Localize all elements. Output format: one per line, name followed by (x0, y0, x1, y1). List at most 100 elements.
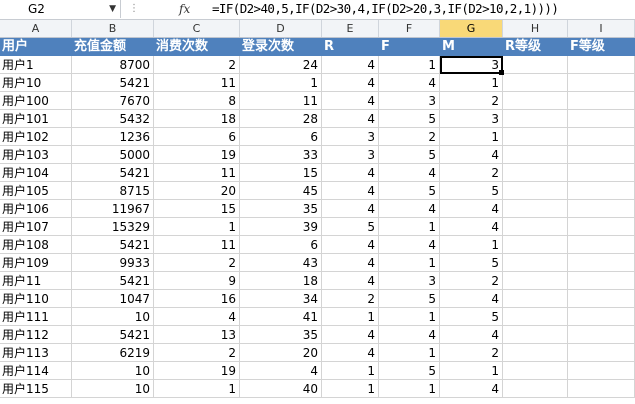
table-cell[interactable]: 3 (322, 128, 379, 146)
table-cell[interactable]: 5 (379, 146, 440, 164)
table-cell[interactable]: 用户104 (0, 164, 72, 182)
table-cell[interactable]: 用户10 (0, 74, 72, 92)
name-box[interactable]: G2 ▼ (0, 0, 121, 18)
table-cell[interactable] (503, 254, 568, 272)
table-cell[interactable]: 6 (154, 128, 240, 146)
table-cell[interactable]: 1 (379, 254, 440, 272)
table-cell[interactable] (568, 326, 635, 344)
table-cell[interactable]: 3 (440, 56, 503, 74)
table-cell[interactable]: 9933 (72, 254, 154, 272)
table-cell[interactable]: 20 (154, 182, 240, 200)
table-cell[interactable] (503, 218, 568, 236)
header-cell[interactable]: 充值金额 (72, 38, 154, 56)
table-cell[interactable]: 1 (379, 56, 440, 74)
table-cell[interactable]: 11 (240, 92, 322, 110)
table-cell[interactable]: 1 (240, 74, 322, 92)
table-cell[interactable]: 10 (72, 362, 154, 380)
table-cell[interactable]: 6219 (72, 344, 154, 362)
table-cell[interactable] (503, 74, 568, 92)
table-cell[interactable]: 43 (240, 254, 322, 272)
table-cell[interactable]: 4 (154, 308, 240, 326)
table-cell[interactable]: 用户103 (0, 146, 72, 164)
table-cell[interactable]: 1 (440, 128, 503, 146)
table-cell[interactable]: 10 (72, 380, 154, 398)
column-header-e[interactable]: E (322, 20, 379, 37)
table-cell[interactable]: 4 (379, 200, 440, 218)
table-cell[interactable]: 1 (322, 380, 379, 398)
table-cell[interactable] (568, 272, 635, 290)
table-cell[interactable] (503, 362, 568, 380)
table-cell[interactable] (568, 344, 635, 362)
table-cell[interactable]: 2 (379, 128, 440, 146)
table-cell[interactable]: 5421 (72, 272, 154, 290)
table-cell[interactable]: 2 (154, 254, 240, 272)
table-cell[interactable]: 2 (154, 56, 240, 74)
table-cell[interactable]: 11967 (72, 200, 154, 218)
table-cell[interactable]: 用户114 (0, 362, 72, 380)
table-cell[interactable] (568, 290, 635, 308)
table-cell[interactable]: 11 (154, 236, 240, 254)
table-cell[interactable]: 4 (379, 326, 440, 344)
table-cell[interactable] (503, 128, 568, 146)
table-cell[interactable] (503, 56, 568, 74)
table-cell[interactable] (568, 236, 635, 254)
table-cell[interactable]: 4 (440, 218, 503, 236)
header-cell[interactable]: 消费次数 (154, 38, 240, 56)
column-header-f[interactable]: F (379, 20, 440, 37)
insert-function-icon[interactable]: fx (179, 0, 190, 18)
table-cell[interactable]: 4 (322, 182, 379, 200)
table-cell[interactable] (503, 272, 568, 290)
table-cell[interactable] (503, 236, 568, 254)
table-cell[interactable]: 1 (440, 236, 503, 254)
table-cell[interactable]: 2 (440, 344, 503, 362)
table-cell[interactable]: 4 (240, 362, 322, 380)
table-cell[interactable]: 用户108 (0, 236, 72, 254)
table-cell[interactable]: 41 (240, 308, 322, 326)
column-header-h[interactable]: H (503, 20, 568, 37)
table-cell[interactable]: 3 (379, 272, 440, 290)
table-cell[interactable]: 40 (240, 380, 322, 398)
header-cell[interactable]: F等级 (568, 38, 635, 56)
table-cell[interactable]: 15 (154, 200, 240, 218)
table-cell[interactable]: 4 (322, 272, 379, 290)
table-cell[interactable]: 用户115 (0, 380, 72, 398)
table-cell[interactable]: 1 (440, 74, 503, 92)
table-cell[interactable]: 用户102 (0, 128, 72, 146)
table-cell[interactable]: 3 (379, 92, 440, 110)
chevron-down-icon[interactable]: ▼ (109, 0, 116, 18)
table-cell[interactable] (503, 92, 568, 110)
table-cell[interactable]: 5 (379, 290, 440, 308)
table-cell[interactable] (503, 308, 568, 326)
table-cell[interactable]: 35 (240, 326, 322, 344)
formula-input[interactable]: =IF(D2>40,5,IF(D2>30,4,IF(D2>20,3,IF(D2>… (212, 0, 559, 18)
table-cell[interactable]: 8 (154, 92, 240, 110)
table-cell[interactable]: 5421 (72, 326, 154, 344)
table-cell[interactable] (568, 74, 635, 92)
table-cell[interactable]: 用户112 (0, 326, 72, 344)
table-cell[interactable]: 4 (322, 344, 379, 362)
table-cell[interactable]: 1 (154, 380, 240, 398)
table-cell[interactable] (568, 128, 635, 146)
table-cell[interactable]: 2 (322, 290, 379, 308)
table-cell[interactable] (568, 146, 635, 164)
header-cell[interactable]: M (440, 38, 503, 56)
table-cell[interactable]: 4 (440, 326, 503, 344)
table-cell[interactable]: 11 (154, 164, 240, 182)
table-cell[interactable]: 6 (240, 236, 322, 254)
table-cell[interactable]: 11 (154, 74, 240, 92)
table-cell[interactable]: 4 (322, 326, 379, 344)
table-cell[interactable]: 4 (322, 164, 379, 182)
table-cell[interactable]: 8715 (72, 182, 154, 200)
table-cell[interactable] (568, 200, 635, 218)
table-cell[interactable]: 2 (440, 164, 503, 182)
table-cell[interactable]: 4 (322, 56, 379, 74)
table-cell[interactable]: 1 (440, 362, 503, 380)
table-cell[interactable] (568, 380, 635, 398)
table-cell[interactable]: 4 (440, 200, 503, 218)
table-cell[interactable] (568, 110, 635, 128)
table-cell[interactable]: 用户111 (0, 308, 72, 326)
header-cell[interactable]: 用户 (0, 38, 72, 56)
table-cell[interactable]: 19 (154, 146, 240, 164)
table-cell[interactable]: 4 (379, 164, 440, 182)
table-cell[interactable]: 1236 (72, 128, 154, 146)
